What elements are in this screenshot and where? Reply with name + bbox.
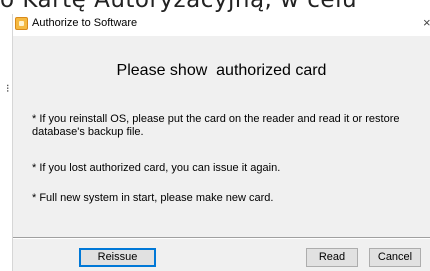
background-page-text: o Kartę Autoryzacyjną, w celu	[0, 0, 358, 13]
app-icon	[15, 17, 28, 30]
read-button[interactable]: Read	[306, 248, 358, 267]
message-new-system: * Full new system in start, please make …	[32, 192, 274, 204]
dialog-heading: Please show authorized card	[116, 62, 327, 79]
message-reinstall: * If you reinstall OS, please put the ca…	[32, 113, 400, 138]
authorize-dialog: Authorize to Software × Please show auth…	[12, 14, 430, 271]
message-lost-card: * If you lost authorized card, you can i…	[32, 162, 281, 174]
window-title: Authorize to Software	[32, 17, 138, 29]
button-separator-highlight	[13, 238, 430, 239]
close-button[interactable]: ×	[423, 16, 430, 30]
cancel-button[interactable]: Cancel	[369, 248, 421, 267]
title-bar[interactable]: Authorize to Software ×	[13, 14, 430, 36]
reissue-button[interactable]: Reissue	[79, 248, 156, 267]
background-mark: ⁝	[6, 83, 10, 95]
